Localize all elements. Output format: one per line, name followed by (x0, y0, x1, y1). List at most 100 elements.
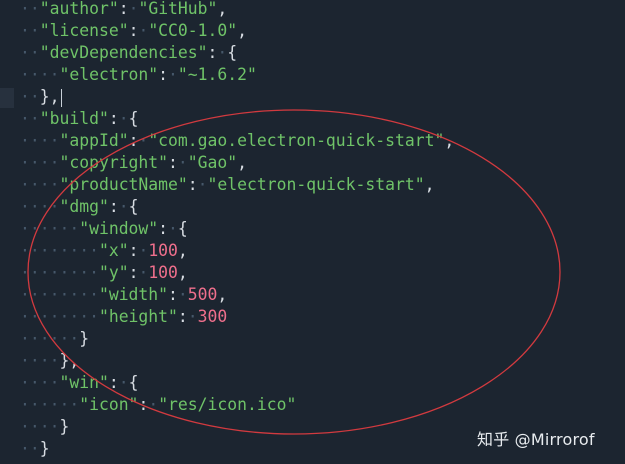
whitespace-marker: ········ (20, 241, 99, 260)
json-string: "CC0-1.0" (148, 21, 238, 40)
json-punctuation: : (128, 241, 139, 260)
whitespace-marker: ········ (20, 307, 99, 326)
whitespace-marker: ······ (20, 395, 80, 414)
json-string: "electron-quick-start" (207, 175, 425, 194)
code-line[interactable]: ··"author":·"GitHub", (20, 0, 227, 20)
code-line[interactable]: ··}, (20, 86, 62, 108)
json-punctuation: : (168, 153, 178, 172)
code-line[interactable]: ········"width":·500, (20, 284, 227, 306)
code-line[interactable]: ··"license":·"CC0-1.0", (20, 20, 247, 42)
whitespace-marker: ···· (20, 131, 60, 150)
whitespace-marker: ·· (20, 21, 40, 40)
json-punctuation: { (128, 109, 139, 128)
code-line[interactable]: ······"window":·{ (20, 218, 188, 240)
json-number: 100 (148, 241, 178, 260)
code-line[interactable]: ····"win":·{ (20, 372, 138, 394)
json-key: "window" (79, 219, 159, 238)
whitespace-marker: · (177, 153, 188, 172)
code-line[interactable]: ····"copyright":·"Gao", (20, 152, 247, 174)
json-punctuation: , (177, 241, 188, 260)
whitespace-marker: ···· (20, 417, 60, 436)
json-key: "build" (39, 109, 109, 128)
whitespace-marker: · (128, 0, 139, 18)
whitespace-marker: · (217, 43, 228, 62)
json-punctuation: : (158, 65, 169, 84)
json-key: "y" (98, 263, 129, 282)
json-punctuation: , (177, 263, 188, 282)
code-line[interactable]: ··"build":·{ (20, 108, 138, 130)
code-line[interactable]: ····"electron":·"~1.6.2" (20, 64, 257, 86)
whitespace-marker: ········ (20, 285, 99, 304)
json-punctuation: { (128, 373, 139, 392)
whitespace-marker: · (177, 285, 188, 304)
json-punctuation: : (158, 219, 169, 238)
whitespace-marker: ···· (20, 153, 60, 172)
code-line[interactable]: ····"appId":·"com.gao.electron-quick-sta… (20, 130, 454, 152)
code-line[interactable]: ····"productName":·"electron-quick-start… (20, 174, 435, 196)
json-key: "x" (98, 241, 129, 260)
whitespace-marker: · (197, 175, 208, 194)
json-string: "~1.6.2" (177, 65, 257, 84)
json-punctuation: , (217, 285, 228, 304)
code-line[interactable]: ··} (20, 438, 50, 460)
json-punctuation: : (128, 131, 139, 150)
code-line[interactable]: ····} (20, 416, 69, 438)
json-string: "GitHub" (138, 0, 218, 18)
json-punctuation: } (59, 417, 70, 436)
code-editor[interactable]: ··"author":·"GitHub", ··"license":·"CC0-1… (0, 0, 625, 464)
json-punctuation: : (138, 395, 149, 414)
whitespace-marker: ···· (20, 65, 60, 84)
json-key: "width" (98, 285, 169, 304)
json-number: 500 (187, 285, 218, 304)
json-punctuation: , (444, 131, 455, 150)
json-string: "Gao" (187, 153, 238, 172)
json-key: "icon" (79, 395, 139, 414)
json-punctuation: , (237, 21, 247, 40)
json-punctuation: { (227, 43, 238, 62)
json-number: 100 (148, 263, 178, 282)
whitespace-marker: ·· (20, 0, 40, 18)
json-punctuation: , (217, 0, 228, 18)
whitespace-marker: ······ (20, 219, 80, 238)
json-punctuation: : (207, 43, 218, 62)
whitespace-marker: · (168, 219, 178, 238)
whitespace-marker: · (118, 197, 129, 216)
whitespace-marker: ···· (20, 373, 60, 392)
json-key: "electron" (59, 65, 159, 84)
json-punctuation: : (108, 109, 119, 128)
json-key: "author" (39, 0, 119, 18)
json-punctuation: }, (59, 351, 80, 370)
whitespace-marker: · (138, 21, 149, 40)
whitespace-marker: · (138, 263, 149, 282)
whitespace-marker: ·· (20, 87, 40, 106)
json-punctuation: : (187, 175, 198, 194)
whitespace-marker: · (138, 131, 149, 150)
json-punctuation: : (168, 285, 178, 304)
current-line-gutter-marker (0, 88, 14, 108)
json-punctuation: , (424, 175, 435, 194)
json-punctuation: : (177, 307, 188, 326)
json-punctuation: { (128, 197, 139, 216)
whitespace-marker: · (168, 65, 178, 84)
whitespace-marker: · (148, 395, 159, 414)
code-line[interactable]: ········"height":·300 (20, 306, 227, 328)
code-line[interactable]: ······} (20, 328, 89, 350)
zhihu-watermark: 知乎 @Mirrorof (477, 430, 595, 449)
whitespace-marker: ·· (20, 439, 40, 458)
whitespace-marker: ···· (20, 351, 60, 370)
json-string: "com.gao.electron-quick-start" (148, 131, 445, 150)
json-key: "license" (39, 21, 129, 40)
json-punctuation: : (118, 0, 129, 18)
json-key: "devDependencies" (39, 43, 208, 62)
code-line[interactable]: ······"icon":·"res/icon.ico" (20, 394, 296, 416)
json-string: "res/icon.ico" (158, 395, 297, 414)
code-line[interactable]: ····"dmg":·{ (20, 196, 138, 218)
whitespace-marker: ·· (20, 109, 40, 128)
whitespace-marker: · (118, 109, 129, 128)
code-line[interactable]: ··"devDependencies":·{ (20, 42, 237, 64)
json-punctuation: : (108, 197, 119, 216)
code-line[interactable]: ····}, (20, 350, 79, 372)
json-key: "height" (98, 307, 178, 326)
code-line[interactable]: ········"x":·100, (20, 240, 188, 262)
code-line[interactable]: ········"y":·100, (20, 262, 188, 284)
